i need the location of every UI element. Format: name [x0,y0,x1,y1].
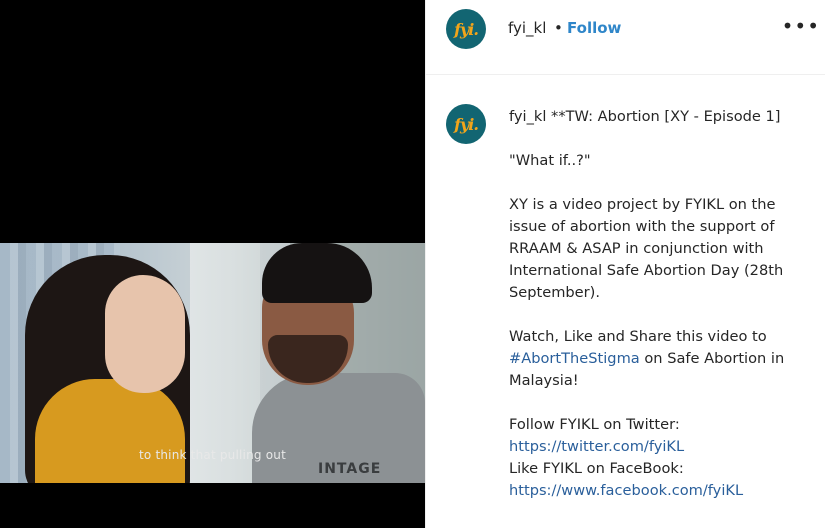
caption-title: **TW: Abortion [XY - Episode 1] [551,108,781,125]
video-frame[interactable]: INTAGE [0,243,425,483]
post-header: fyi. fyi_kl • Follow ••• [426,0,825,75]
caption-avatar[interactable]: fyi. [446,104,486,144]
caption-cta-text: Watch, Like and Share this video to [509,328,767,345]
avatar-logo-text: fyi. [454,19,479,39]
shirt-print: INTAGE [318,461,382,477]
caption-username[interactable]: fyi_kl [509,108,546,125]
avatar-logo-text: fyi. [454,114,479,134]
video-player[interactable]: INTAGE to think that pulling out [0,0,425,528]
instagram-post-modal: INTAGE to think that pulling out fyi. fy… [0,0,825,528]
twitter-link[interactable]: https://twitter.com/fyiKL [509,436,814,458]
avatar[interactable]: fyi. [446,9,486,49]
caption-quote: "What if..?" [509,152,591,169]
header-username[interactable]: fyi_kl [508,19,546,37]
video-subtitle: to think that pulling out [139,448,286,462]
facebook-link[interactable]: https://www.facebook.com/fyiKL [509,480,814,502]
post-sidebar: fyi. fyi_kl • Follow ••• fyi. fyi_kl **T… [425,0,825,528]
twitter-label: Follow FYIKL on Twitter: [509,416,680,433]
woman-yellow-top [35,379,185,483]
follow-button[interactable]: Follow [567,19,621,37]
separator-dot: • [554,19,563,37]
caption-description: XY is a video project by FYIKL on the is… [509,196,784,301]
facebook-label: Like FYIKL on FaceBook: [509,460,684,477]
post-caption: fyi_kl **TW: Abortion [XY - Episode 1] "… [509,106,814,502]
hashtag-link[interactable]: #AbortTheStigma [509,350,640,367]
woman-face [105,275,185,393]
more-options-icon[interactable]: ••• [782,14,820,38]
window-light [190,243,260,483]
